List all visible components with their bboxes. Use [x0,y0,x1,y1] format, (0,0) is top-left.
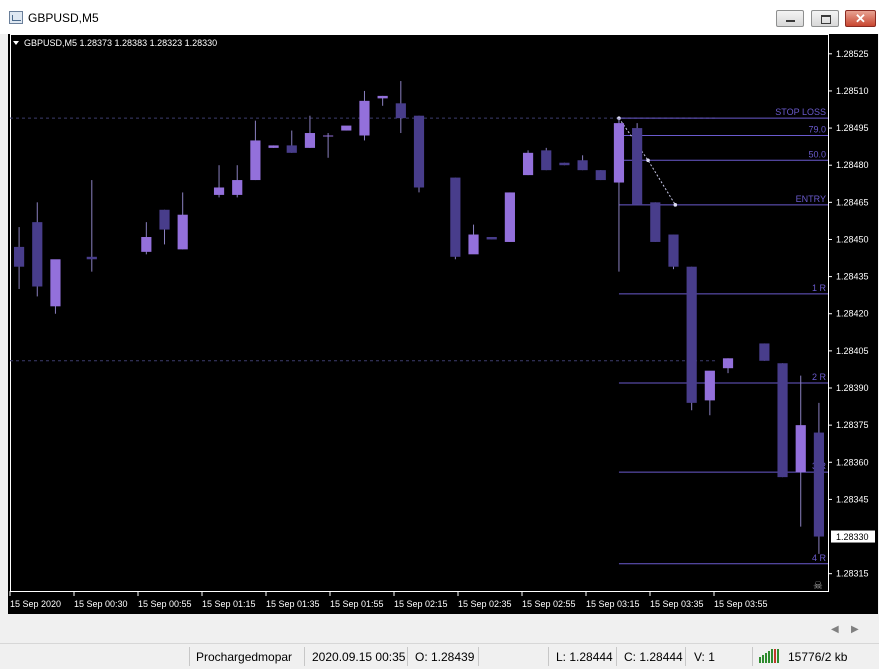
candle-body [341,125,352,131]
status-open: O: 1.28439 [415,650,475,664]
candle-body [32,222,43,287]
scroll-right-icon[interactable]: ▶ [851,624,859,635]
candle-body [323,135,334,137]
close-button[interactable]: ✕ [845,10,876,27]
fib-level-label: 79.0 [808,124,826,134]
minimize-button[interactable] [776,10,804,27]
candle-body [413,115,425,188]
x-tick-label: 15 Sep 01:35 [266,599,320,609]
x-tick-label: 15 Sep 02:35 [458,599,512,609]
symbol-info: GBPUSD,M5 1.28373 1.28383 1.28323 1.2833… [24,38,217,48]
candle-body [50,259,61,307]
y-tick-label: 1.28495 [836,123,869,133]
x-tick-label: 15 Sep 00:30 [74,599,128,609]
y-tick-label: 1.28405 [836,346,869,356]
x-tick-label: 15 Sep 02:55 [522,599,576,609]
swing-point [673,203,678,207]
candle-body [177,214,188,250]
y-tick-label: 1.28510 [836,86,869,96]
maximize-button[interactable] [811,10,839,27]
candle-body [704,370,715,401]
scroll-left-icon[interactable]: ◀ [831,624,839,635]
status-traffic: 15776/2 kb [788,650,848,664]
candle-body [250,140,261,181]
x-tick-label: 15 Sep 01:15 [202,599,256,609]
x-tick-label: 15 Sep 01:55 [330,599,384,609]
candle-body [213,187,225,195]
swing-point [646,158,650,163]
y-tick-label: 1.28435 [836,272,869,282]
status-profile[interactable]: Prochargedmopar [196,648,292,666]
fib-level-label: 4 R [812,553,827,563]
candle-body [613,123,625,183]
x-tick-label: 15 Sep 03:55 [714,599,768,609]
candle-body [577,160,588,171]
fib-level-label: STOP LOSS [775,107,826,117]
candle-body [468,234,479,255]
chart-window-icon [9,11,23,24]
candle-body [359,100,370,136]
candle-body [395,103,406,119]
candle-body [522,152,534,176]
status-datetime: 2020.09.15 00:35 [312,650,406,664]
x-tick-label: 15 Sep 03:35 [650,599,704,609]
fib-level-label: 1 R [812,283,827,293]
x-tick-label: 15 Sep 02:15 [394,599,448,609]
candle-body [304,133,316,148]
y-tick-label: 1.28480 [836,160,869,170]
title-bar: GBPUSD,M5 ✕ [0,0,879,34]
connection-bars-icon[interactable] [759,649,783,663]
candle-body [686,266,697,403]
candle-body [159,209,170,230]
candle-body [668,234,679,267]
status-volume: V: 1 [694,650,715,664]
candle-body [450,177,461,257]
window-title: GBPUSD,M5 [28,11,99,25]
y-tick-label: 1.28315 [836,569,869,579]
y-tick-label: 1.28390 [836,383,869,393]
candle-body [722,358,734,369]
y-tick-label: 1.28375 [836,420,869,430]
price-chart[interactable]: GBPUSD,M5 1.28373 1.28383 1.28323 1.2833… [8,34,878,614]
candle-body [795,425,806,473]
candle-body [595,170,606,181]
current-price-label: 1.28330 [836,532,869,542]
fib-level-label: 50.0 [808,149,826,159]
dropdown-triangle-icon [13,41,19,45]
y-tick-label: 1.28360 [836,457,869,467]
skull-icon: ☠ [813,579,823,592]
x-tick-label: 15 Sep 2020 [10,599,61,609]
candle-body [632,128,643,205]
candle-body [504,192,515,242]
x-tick-label: 15 Sep 03:15 [586,599,640,609]
candle-body [759,343,770,361]
status-close: C: 1.28444 [624,650,683,664]
y-tick-label: 1.28450 [836,234,869,244]
candle-body [286,145,297,153]
status-bar: Prochargedmopar 2020.09.15 00:35 O: 1.28… [0,643,879,669]
candle-body [486,236,497,240]
y-tick-label: 1.28465 [836,197,869,207]
close-icon: ✕ [855,11,866,26]
y-tick-label: 1.28420 [836,309,869,319]
candle-body [13,246,25,267]
candle-body [268,145,279,148]
candle-body [650,202,661,242]
fib-level-label: 2 R [812,372,827,382]
fib-level-label: ENTRY [796,194,826,204]
horizontal-scrollbar[interactable]: ◀ ▶ [0,620,879,640]
candle-body [559,162,570,166]
candle-body [377,95,388,99]
candle-body [141,236,152,252]
candle-body [86,256,97,260]
y-tick-label: 1.28525 [836,49,869,59]
y-tick-label: 1.28345 [836,494,869,504]
status-low: L: 1.28444 [556,650,613,664]
candle-body [541,150,552,171]
chart-area[interactable]: GBPUSD,M5 1.28373 1.28383 1.28323 1.2833… [8,34,878,614]
candle-body [232,180,243,195]
candle-body [777,363,788,478]
x-tick-label: 15 Sep 00:55 [138,599,192,609]
candle-body [813,432,825,537]
